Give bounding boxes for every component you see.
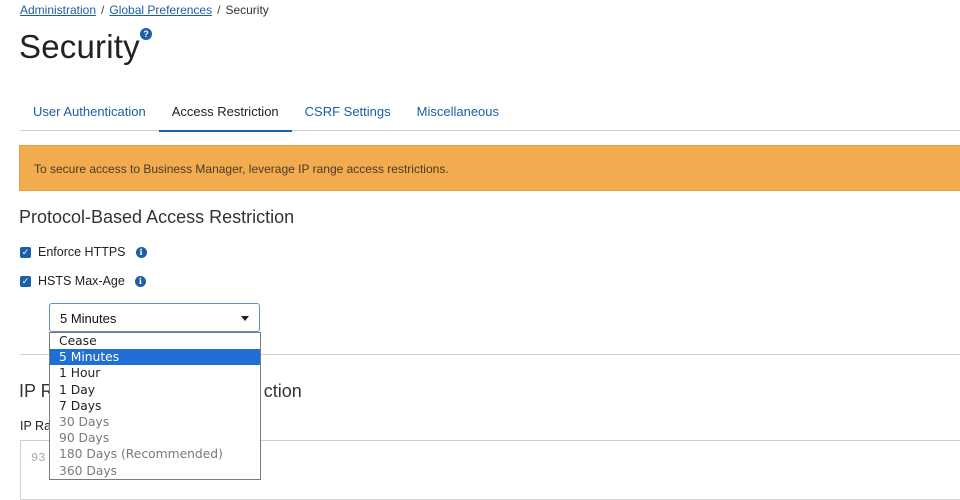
dropdown-option[interactable]: 30 Days	[50, 414, 260, 430]
breadcrumb-separator: /	[101, 3, 105, 17]
dropdown-option[interactable]: 1 Day	[50, 382, 260, 398]
page-title: Security	[19, 28, 140, 65]
breadcrumb-separator: /	[217, 3, 221, 17]
breadcrumb-current: Security	[225, 3, 269, 17]
tab-access-restriction[interactable]: Access Restriction	[158, 96, 292, 132]
section-title-protocol: Protocol-Based Access Restriction	[19, 207, 295, 227]
breadcrumb-link-global-preferences[interactable]: Global Preferences	[109, 3, 212, 17]
dropdown-option[interactable]: 1 Hour	[50, 365, 260, 381]
hsts-max-age-dropdown-list: Cease 5 Minutes 1 Hour 1 Day 7 Days 30 D…	[49, 332, 261, 480]
info-icon[interactable]: i	[135, 246, 147, 258]
dropdown-option[interactable]: Cease	[50, 333, 260, 349]
tab-miscellaneous[interactable]: Miscellaneous	[404, 96, 512, 130]
dropdown-option[interactable]: 180 Days (Recommended)	[50, 446, 260, 462]
caret-down-icon	[241, 316, 249, 321]
hsts-max-age-checkbox[interactable]: ✓	[20, 275, 31, 287]
info-icon[interactable]: i	[134, 275, 146, 287]
dropdown-option-selected[interactable]: 5 Minutes	[50, 349, 260, 366]
hsts-max-age-select[interactable]: 5 Minutes	[49, 303, 260, 332]
hsts-max-age-label: HSTS Max-Age	[38, 274, 125, 288]
section-title-ip-right: ction	[263, 381, 302, 401]
tab-user-authentication[interactable]: User Authentication	[20, 96, 159, 130]
ip-range-label: IP Ra	[20, 419, 52, 433]
tab-bar: User Authentication Access Restriction C…	[20, 96, 960, 132]
hsts-max-age-row: ✓ HSTS Max-Age i	[20, 274, 146, 288]
breadcrumb-link-administration[interactable]: Administration	[20, 3, 96, 17]
dropdown-option[interactable]: 7 Days	[50, 398, 260, 414]
tab-csrf-settings[interactable]: CSRF Settings	[292, 96, 404, 130]
enforce-https-label: Enforce HTTPS	[38, 245, 126, 259]
breadcrumb: Administration / Global Preferences / Securi…	[20, 3, 269, 17]
info-alert-banner: To secure access to Business Manager, le…	[19, 145, 960, 191]
dropdown-option[interactable]: 90 Days	[50, 430, 260, 446]
question-circle-icon[interactable]: ?	[140, 28, 152, 40]
enforce-https-checkbox[interactable]: ✓	[20, 246, 31, 258]
enforce-https-row: ✓ Enforce HTTPS i	[20, 245, 147, 259]
dropdown-option[interactable]: 360 Days	[50, 463, 260, 479]
select-value: 5 Minutes	[60, 311, 117, 326]
